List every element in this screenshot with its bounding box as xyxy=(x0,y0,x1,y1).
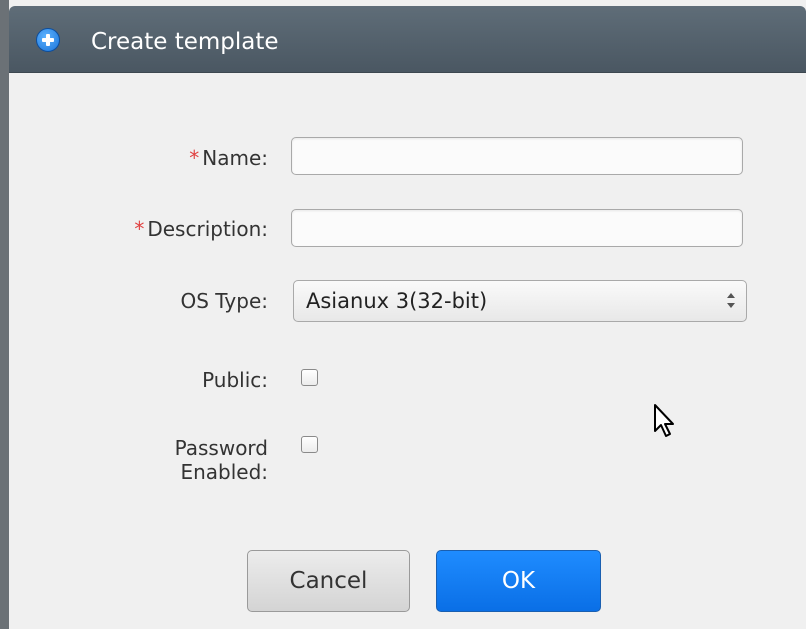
description-required-marker: * xyxy=(134,217,145,241)
name-input[interactable] xyxy=(291,137,743,175)
os-type-select[interactable]: Asianux 3(32-bit) xyxy=(293,280,747,322)
mouse-cursor-icon xyxy=(654,404,674,437)
description-label-text: Description: xyxy=(147,217,268,241)
description-input[interactable] xyxy=(291,209,743,247)
description-label: * Description: xyxy=(134,217,268,241)
dialog-title: Create template xyxy=(91,29,279,55)
cancel-button[interactable]: Cancel xyxy=(247,550,410,612)
password-enabled-checkbox[interactable] xyxy=(301,436,318,453)
password-enabled-label: Password Enabled: xyxy=(175,436,268,484)
name-label: * Name: xyxy=(189,146,268,170)
os-type-selected-value: Asianux 3(32-bit) xyxy=(306,289,488,313)
password-enabled-label-line2: Enabled: xyxy=(180,460,268,484)
name-label-text: Name: xyxy=(202,146,268,170)
ok-button[interactable]: OK xyxy=(436,550,601,612)
name-required-marker: * xyxy=(189,146,200,170)
os-type-label: OS Type: xyxy=(180,289,268,313)
public-label: Public: xyxy=(202,368,268,392)
public-checkbox[interactable] xyxy=(301,369,318,386)
window-edge xyxy=(0,0,9,629)
create-template-dialog: Create template * Name: * Description: OS … xyxy=(9,0,806,629)
dialog-titlebar: Create template xyxy=(9,6,806,73)
select-arrows-icon xyxy=(726,291,736,311)
plus-circle-icon xyxy=(36,28,60,52)
password-enabled-label-line1: Password xyxy=(174,436,268,460)
